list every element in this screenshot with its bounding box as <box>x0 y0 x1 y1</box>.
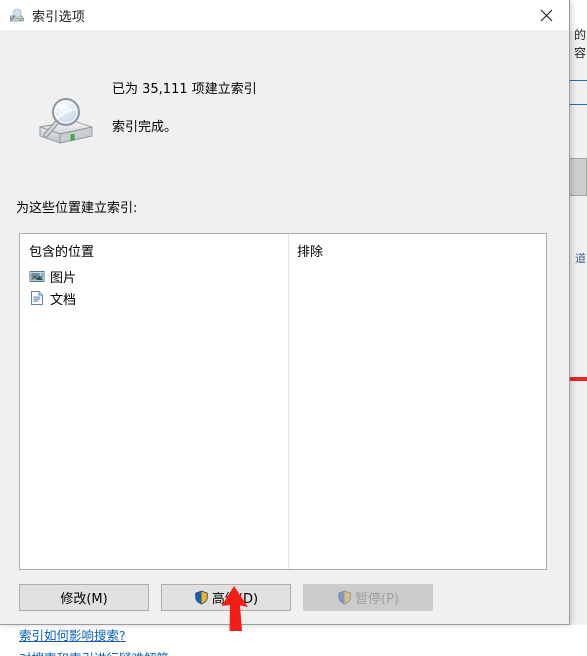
pause-button-label: 暂停(P) <box>355 588 399 607</box>
advanced-button[interactable]: 高级(D) <box>161 584 291 611</box>
modify-button-label: 修改(M) <box>60 588 107 607</box>
column-divider <box>288 234 289 569</box>
background-char-1: 的 <box>574 28 586 42</box>
window-title: 索引选项 <box>32 6 85 25</box>
shield-icon <box>194 590 209 605</box>
help-link-indexing-search[interactable]: 索引如何影响搜索? <box>19 625 126 644</box>
close-icon[interactable] <box>523 0 569 31</box>
help-link-troubleshoot[interactable]: 对搜索和索引进行疑难解答 <box>19 648 169 656</box>
documents-icon <box>29 290 45 306</box>
locations-label: 为这些位置建立索引: <box>16 197 137 216</box>
hard-drive-search-icon <box>34 97 96 149</box>
shield-icon <box>337 590 352 605</box>
background-char-2: 容 <box>574 46 586 60</box>
title-bar[interactable]: 索引选项 <box>0 0 569 31</box>
background-rule-1 <box>569 80 587 81</box>
modify-button[interactable]: 修改(M) <box>19 584 149 611</box>
dialog-body: 已为 35,111 项建立索引 索引完成。 为这些位置建立索引: 包含的位置 排… <box>0 31 569 143</box>
indexed-locations-listbox[interactable]: 包含的位置 排除 图片 <box>19 233 547 570</box>
pictures-icon <box>29 268 45 284</box>
list-item-label: 文档 <box>50 289 76 308</box>
status-section: 已为 35,111 项建立索引 索引完成。 <box>0 31 569 143</box>
pause-button: 暂停(P) <box>303 584 433 611</box>
background-char-3: 道 <box>575 252 586 266</box>
background-band-body <box>567 31 587 625</box>
background-red-marker <box>569 377 587 381</box>
index-status-text: 索引完成。 <box>112 116 177 135</box>
button-row: 修改(M) 高级(D) <box>0 584 570 614</box>
advanced-button-label: 高级(D) <box>212 588 258 607</box>
indexing-options-icon <box>9 7 25 23</box>
list-item[interactable]: 文档 <box>29 288 76 308</box>
background-rule-2 <box>569 104 587 105</box>
indexed-count-text: 已为 35,111 项建立索引 <box>112 78 257 97</box>
list-item-label: 图片 <box>50 267 76 286</box>
list-item[interactable]: 图片 <box>29 266 76 286</box>
background-button-shape <box>569 158 587 196</box>
indexing-options-dialog: 索引选项 <box>0 0 570 625</box>
column-header-excluded: 排除 <box>297 241 323 260</box>
column-header-included: 包含的位置 <box>29 241 94 260</box>
background-band-top <box>567 0 587 31</box>
